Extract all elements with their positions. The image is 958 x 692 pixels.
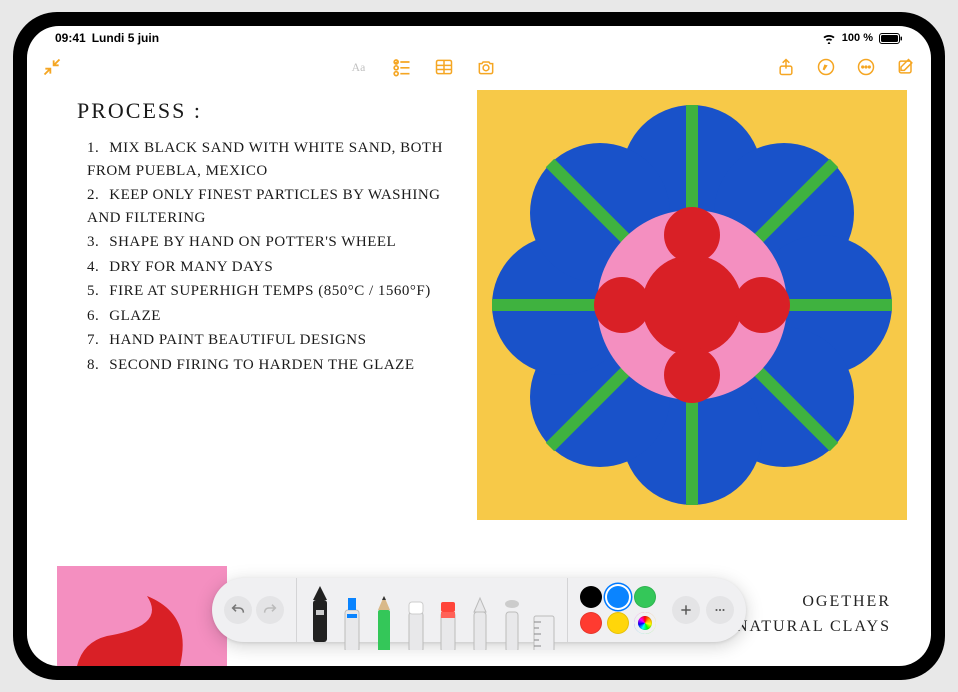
list-item: 4. DRY FOR MANY DAYS (87, 256, 457, 279)
text-format-icon[interactable]: Aa (349, 56, 371, 78)
ipad-frame: ••• 09:41 Lundi 5 juin 100 % (13, 12, 945, 680)
markup-icon[interactable] (815, 56, 837, 78)
crayon-tool[interactable] (465, 590, 495, 642)
color-picker-icon[interactable] (634, 612, 656, 634)
redo-button[interactable] (256, 596, 284, 624)
undo-button[interactable] (224, 596, 252, 624)
collapse-icon[interactable] (41, 56, 63, 78)
handwritten-text: PROCESS : 1. MIX BLACK SAND WITH WHITE S… (77, 94, 457, 378)
pencil-tool[interactable] (369, 590, 399, 642)
status-date: Lundi 5 juin (92, 31, 159, 45)
color-palette (574, 586, 662, 634)
list-item: 2. KEEP ONLY FINEST PARTICLES BY WASHING… (87, 184, 457, 229)
flower-sketch (477, 90, 907, 520)
swatch-black[interactable] (580, 586, 602, 608)
swatch-yellow[interactable] (607, 612, 629, 634)
more-icon[interactable] (855, 56, 877, 78)
battery-label: 100 % (842, 32, 873, 44)
battery-icon (879, 33, 903, 44)
list-item: 6. GLAZE (87, 305, 457, 328)
screen: ••• 09:41 Lundi 5 juin 100 % (27, 26, 931, 666)
process-title: PROCESS : (77, 94, 457, 127)
process-list: 1. MIX BLACK SAND WITH WHITE SAND, BOTH … (77, 137, 457, 376)
ruler-tool[interactable] (529, 590, 559, 642)
ellipsis-button[interactable] (706, 596, 734, 624)
marker-tool[interactable] (337, 590, 367, 642)
tool-group (296, 578, 568, 642)
camera-icon[interactable] (475, 56, 497, 78)
multitask-dots[interactable]: ••• (469, 26, 489, 32)
lasso-tool[interactable] (433, 590, 463, 642)
list-item: 5. FIRE AT SUPERHIGH TEMPS (850°C / 1560… (87, 280, 457, 303)
compose-icon[interactable] (895, 56, 917, 78)
note-toolbar: Aa (27, 48, 931, 86)
list-item: 8. SECOND FIRING TO HARDEN THE GLAZE (87, 354, 457, 377)
status-time: 09:41 (55, 31, 86, 45)
fill-tool[interactable] (497, 590, 527, 642)
pen-tool[interactable] (305, 582, 335, 634)
add-button[interactable] (672, 596, 700, 624)
list-item: 3. SHAPE BY HAND ON POTTER'S WHEEL (87, 231, 457, 254)
svg-text:Aa: Aa (352, 61, 366, 74)
list-item: 1. MIX BLACK SAND WITH WHITE SAND, BOTH … (87, 137, 457, 182)
partial-sketch (57, 566, 227, 666)
markup-toolbar (212, 578, 746, 642)
swatch-red[interactable] (580, 612, 602, 634)
checklist-icon[interactable] (391, 56, 413, 78)
table-icon[interactable] (433, 56, 455, 78)
list-item: 7. HAND PAINT BEAUTIFUL DESIGNS (87, 329, 457, 352)
swatch-blue[interactable] (607, 586, 629, 608)
swatch-green[interactable] (634, 586, 656, 608)
wifi-icon (822, 33, 836, 44)
eraser-tool[interactable] (401, 590, 431, 642)
share-icon[interactable] (775, 56, 797, 78)
note-content[interactable]: PROCESS : 1. MIX BLACK SAND WITH WHITE S… (27, 86, 931, 666)
